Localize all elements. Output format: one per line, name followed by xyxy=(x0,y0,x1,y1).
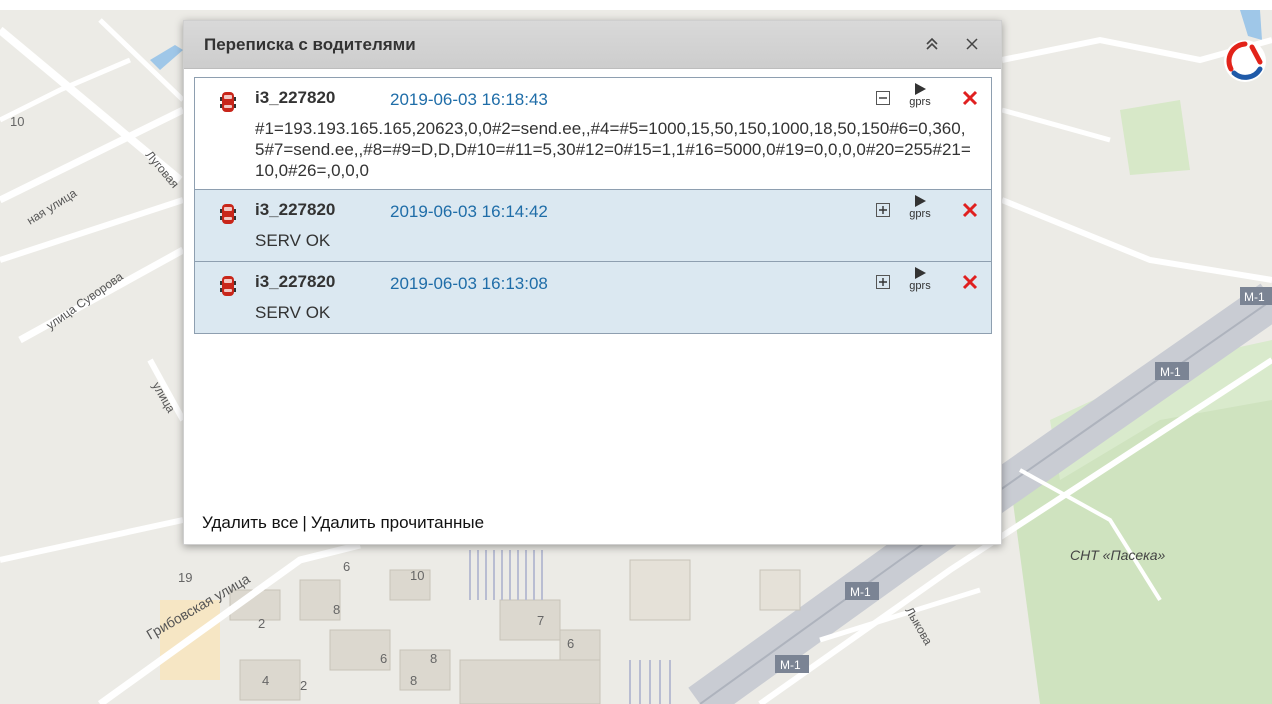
play-icon xyxy=(915,195,926,207)
play-icon xyxy=(915,267,926,279)
car-icon xyxy=(220,92,236,112)
delete-all-link[interactable]: Удалить все xyxy=(202,513,298,532)
delete-message-icon[interactable] xyxy=(961,273,979,291)
house-number: 2 xyxy=(300,678,307,693)
m1-badge-d: М-1 xyxy=(780,658,801,672)
message-sender: i3_227820 xyxy=(255,272,336,291)
gprs-label: gprs xyxy=(909,208,931,220)
gprs-label: gprs xyxy=(909,96,931,108)
plus-box-icon xyxy=(879,206,887,214)
message-time: 2019-06-03 16:13:08 xyxy=(390,274,548,293)
footer-separator: | xyxy=(302,513,307,532)
minus-box-icon xyxy=(879,97,887,99)
collapse-dialog-button[interactable] xyxy=(921,33,943,55)
message-time: 2019-06-03 16:14:42 xyxy=(390,202,548,221)
dialog-footer: Удалить все | Удалить прочитанные xyxy=(202,513,484,533)
car-icon xyxy=(220,204,236,224)
chevron-double-up-icon xyxy=(926,37,938,50)
close-icon xyxy=(966,38,978,50)
collapse-message-button[interactable] xyxy=(876,91,890,105)
dialog-header[interactable]: Переписка с водителями xyxy=(184,21,1001,69)
house-number: 8 xyxy=(333,602,340,617)
house-number: 6 xyxy=(380,651,387,666)
house-number: 10 xyxy=(10,114,24,129)
gprs-label: gprs xyxy=(909,280,931,292)
delete-read-link[interactable]: Удалить прочитанные xyxy=(311,513,484,532)
house-number: 8 xyxy=(410,673,417,688)
message-text: #1=193.193.165.165,20623,0,0#2=send.ee,,… xyxy=(255,119,971,180)
message-item[interactable]: i3_227820 2019-06-03 16:14:42 gprs SERV … xyxy=(194,189,992,262)
house-number: 6 xyxy=(567,636,574,651)
expand-message-button[interactable] xyxy=(876,203,890,217)
message-text: SERV OK xyxy=(255,231,331,250)
m1-badge-a: М-1 xyxy=(1244,290,1265,304)
message-text: SERV OK xyxy=(255,303,331,322)
delete-message-icon[interactable] xyxy=(961,89,979,107)
messages-list: i3_227820 2019-06-03 16:18:43 gprs #1=19… xyxy=(194,77,992,334)
message-sender: i3_227820 xyxy=(255,200,336,219)
message-sender: i3_227820 xyxy=(255,88,336,107)
house-number: 7 xyxy=(537,613,544,628)
send-gprs-button[interactable]: gprs xyxy=(907,194,933,226)
car-icon xyxy=(220,276,236,296)
message-item[interactable]: i3_227820 2019-06-03 16:18:43 gprs #1=19… xyxy=(194,77,992,190)
map-label-snt: СНТ «Пасека» xyxy=(1070,547,1166,563)
app-logo-icon xyxy=(1224,40,1266,82)
m1-badge-b: М-1 xyxy=(1160,365,1181,379)
message-item[interactable]: i3_227820 2019-06-03 16:13:08 gprs SERV … xyxy=(194,261,992,334)
dialog-title: Переписка с водителями xyxy=(204,35,416,54)
house-number: 10 xyxy=(410,568,424,583)
driver-messages-dialog: Переписка с водителями i3_227820 2019-06… xyxy=(183,20,1002,545)
plus-box-icon xyxy=(879,278,887,286)
house-number: 2 xyxy=(258,616,265,631)
house-number: 6 xyxy=(343,559,350,574)
delete-message-icon[interactable] xyxy=(961,201,979,219)
play-icon xyxy=(915,83,926,95)
house-number: 8 xyxy=(430,651,437,666)
close-dialog-button[interactable] xyxy=(961,33,983,55)
house-number: 19 xyxy=(178,570,192,585)
expand-message-button[interactable] xyxy=(876,275,890,289)
house-number: 4 xyxy=(262,673,269,688)
m1-badge-c: М-1 xyxy=(850,585,871,599)
send-gprs-button[interactable]: gprs xyxy=(907,266,933,298)
message-time: 2019-06-03 16:18:43 xyxy=(390,90,548,109)
send-gprs-button[interactable]: gprs xyxy=(907,82,933,114)
